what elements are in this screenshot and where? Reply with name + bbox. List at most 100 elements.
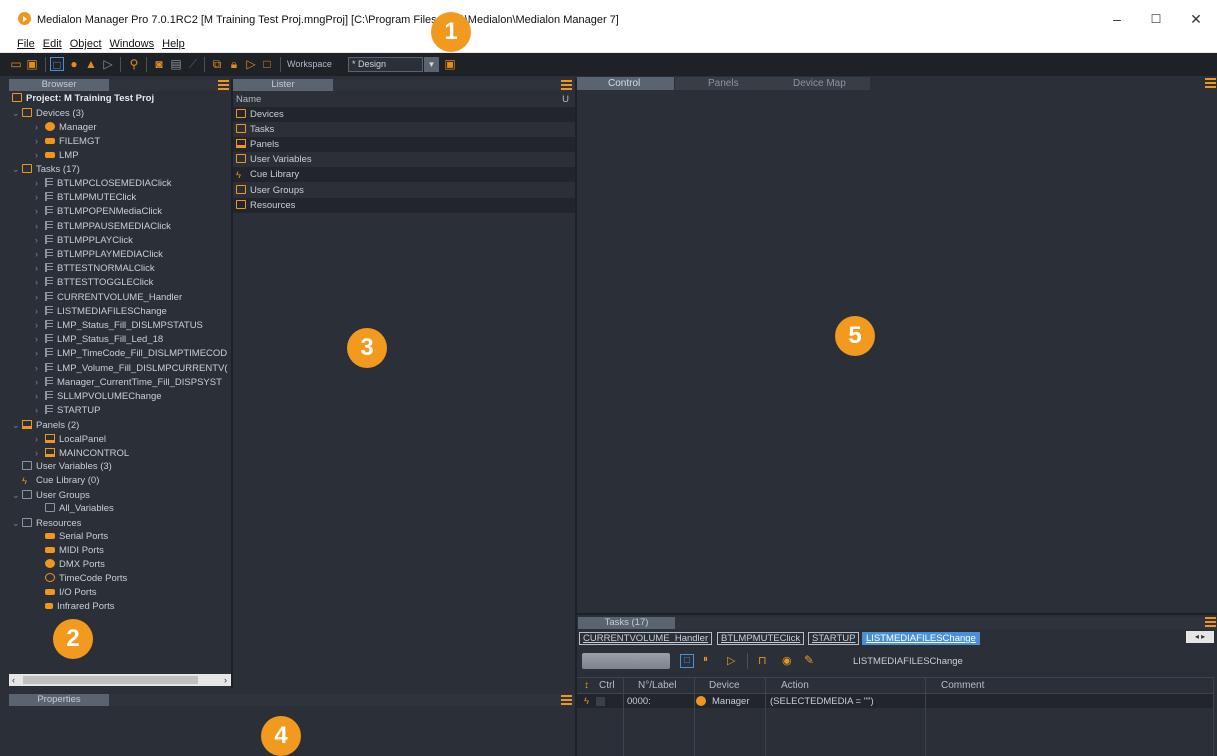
lister-row[interactable]: Tasks: [233, 122, 575, 138]
workspace-save-icon[interactable]: ▣: [443, 57, 457, 71]
table-row[interactable]: [577, 694, 1214, 708]
tree-panel-maincontrol[interactable]: › MAINCONTROL: [35, 446, 129, 460]
window-icon[interactable]: ▤: [169, 57, 183, 71]
task-tab-listmediafiles[interactable]: LISTMEDIAFILESChange: [862, 632, 980, 645]
device-icon[interactable]: ◙: [152, 57, 166, 71]
tree-task-item[interactable]: › BTTESTTOGGLEClick: [35, 275, 153, 289]
tab-scroll-arrows-icon[interactable]: ◂ ▸: [1186, 631, 1214, 643]
select-icon[interactable]: □: [50, 57, 64, 72]
menu-edit[interactable]: Edit: [39, 36, 66, 53]
wrench-icon[interactable]: ✎: [804, 653, 814, 667]
col-comment[interactable]: Comment: [941, 678, 984, 693]
browser-hscrollbar[interactable]: ‹ ›: [9, 674, 231, 686]
tree-device-lmp[interactable]: › LMP: [35, 148, 79, 162]
tree-task-item[interactable]: › BTLMPMUTEClick: [35, 190, 136, 204]
tree-task-item[interactable]: › LMP_Status_Fill_Led_18: [35, 332, 163, 346]
workspace-select[interactable]: * Design: [348, 57, 423, 72]
chevron-down-icon[interactable]: ▼: [424, 57, 439, 72]
tree-resource-midi[interactable]: MIDI Ports: [45, 544, 104, 558]
menu-windows[interactable]: Windows: [106, 36, 159, 53]
tree-task-item[interactable]: › Manager_CurrentTime_Fill_DISPSYST: [35, 375, 222, 389]
task-tab-currentvolume[interactable]: CURRENTVOLUME_Handler: [579, 632, 713, 645]
save-icon[interactable]: ▣: [25, 57, 39, 71]
lister-row[interactable]: ϟ Cue Library: [233, 167, 575, 183]
tree-task-item[interactable]: › BTLMPOPENMediaClick: [35, 204, 162, 218]
tree-panels[interactable]: ⌄ Panels (2): [12, 418, 79, 432]
tree-task-item[interactable]: › SLLMPVOLUMEChange: [35, 389, 162, 403]
tree-resource-serial[interactable]: Serial Ports: [45, 530, 108, 544]
col-label[interactable]: N°/Label: [638, 678, 676, 693]
tasks-menu-icon[interactable]: [1205, 617, 1216, 628]
col-device[interactable]: Device: [709, 678, 740, 693]
col-ctrl[interactable]: Ctrl: [599, 678, 615, 693]
lister-row[interactable]: Panels: [233, 137, 575, 153]
tree-task-item[interactable]: › STARTUP: [35, 403, 100, 417]
tree-tasks[interactable]: ⌄ Tasks (17): [12, 162, 80, 176]
tree-task-item[interactable]: › LMP_Status_Fill_DISLMPSTATUS: [35, 318, 203, 332]
play-icon[interactable]: ▷: [101, 57, 115, 71]
ctrl-checkbox[interactable]: [596, 697, 605, 706]
tree-task-item[interactable]: › LMP_TimeCode_Fill_DISLMPTIMECOD: [35, 346, 227, 360]
user-icon[interactable]: ▲: [84, 57, 98, 71]
task-icon: [45, 405, 53, 415]
eye-icon[interactable]: ◉: [782, 654, 792, 667]
tree-resource-infrared[interactable]: Infrared Ports: [45, 600, 115, 614]
scrollbar-thumb[interactable]: [23, 676, 198, 684]
tree-task-item[interactable]: › BTLMPPLAYClick: [35, 233, 133, 247]
tree-task-item[interactable]: › BTLMPCLOSEMEDIAClick: [35, 176, 172, 190]
pause-icon[interactable]: ⏸: [703, 654, 708, 665]
tab-device-map[interactable]: Device Map: [793, 77, 846, 90]
wand-icon[interactable]: ⟋: [186, 57, 200, 71]
tree-task-item[interactable]: › BTLMPPAUSEMEDIAClick: [35, 219, 171, 233]
lister-row[interactable]: Devices: [233, 107, 575, 122]
menu-object[interactable]: Object: [66, 36, 106, 53]
tab-panels[interactable]: Panels: [708, 77, 739, 90]
tree-task-item[interactable]: › CURRENTVOLUME_Handler: [35, 290, 182, 304]
browser-menu-icon[interactable]: [218, 80, 229, 91]
open-folder-icon[interactable]: ▭: [9, 57, 23, 71]
lock-icon[interactable]: 🔒︎: [227, 57, 241, 71]
tree-cue-library[interactable]: ϟ Cue Library (0): [22, 474, 99, 488]
search-icon[interactable]: ⚲: [127, 57, 141, 71]
tree-panel-localpanel[interactable]: › LocalPanel: [35, 432, 106, 446]
tree-devices[interactable]: ⌄ Devices (3): [12, 106, 84, 120]
tree-resource-io[interactable]: I/O Ports: [45, 586, 96, 600]
sort-icon[interactable]: ↕: [584, 678, 589, 693]
play-outline-icon[interactable]: ▷: [244, 57, 258, 71]
control-menu-icon[interactable]: [1205, 78, 1216, 89]
tree-task-item[interactable]: › BTLMPPLAYMEDIAClick: [35, 247, 163, 261]
lister-row[interactable]: User Variables: [233, 152, 575, 168]
close-button[interactable]: ✕: [1186, 10, 1206, 28]
col-action[interactable]: Action: [781, 678, 809, 693]
tree-task-item[interactable]: › LMP_Volume_Fill_DISLMPCURRENTV(: [35, 361, 228, 375]
link-icon[interactable]: ⧉: [210, 57, 224, 71]
task-tab-btlmpmute[interactable]: BTLMPMUTEClick: [717, 632, 805, 645]
tree-device-filemgt[interactable]: › FILEMGT: [35, 134, 100, 148]
lister-row[interactable]: User Groups: [233, 182, 575, 198]
minimize-button[interactable]: –: [1107, 10, 1127, 28]
tree-user-variables[interactable]: User Variables (3): [22, 460, 112, 474]
tree-task-item[interactable]: › LISTMEDIAFILESChange: [35, 304, 167, 318]
select-icon[interactable]: □: [680, 654, 694, 668]
properties-menu-icon[interactable]: [561, 695, 572, 706]
tree-resource-timecode[interactable]: TimeCode Ports: [45, 572, 127, 586]
tree-user-groups[interactable]: ⌄ User Groups: [12, 488, 90, 502]
menu-file[interactable]: File: [13, 36, 39, 53]
run-icon[interactable]: ●: [67, 57, 81, 71]
lister-col-name[interactable]: Name U: [233, 93, 575, 106]
lister-menu-icon[interactable]: [561, 80, 572, 91]
tree-group-all-variables[interactable]: All_Variables: [45, 502, 114, 516]
tree-resource-dmx[interactable]: DMX Ports: [45, 558, 105, 572]
control-area[interactable]: [577, 90, 1217, 613]
play-outline-icon[interactable]: ▷: [727, 654, 735, 667]
task-tab-startup[interactable]: STARTUP: [808, 632, 860, 645]
tree-device-manager[interactable]: › Manager: [35, 120, 97, 134]
lock-icon[interactable]: ⊓: [758, 654, 767, 667]
menu-help[interactable]: Help: [158, 36, 189, 53]
tree-project[interactable]: Project: M Training Test Proj: [12, 92, 154, 106]
tree-resources[interactable]: ⌄ Resources: [12, 516, 81, 530]
lister-row[interactable]: Resources: [233, 197, 575, 213]
stop-icon[interactable]: □: [260, 57, 274, 71]
tree-task-item[interactable]: › BTTESTNORMALClick: [35, 261, 155, 275]
maximize-button[interactable]: ☐: [1146, 10, 1166, 28]
